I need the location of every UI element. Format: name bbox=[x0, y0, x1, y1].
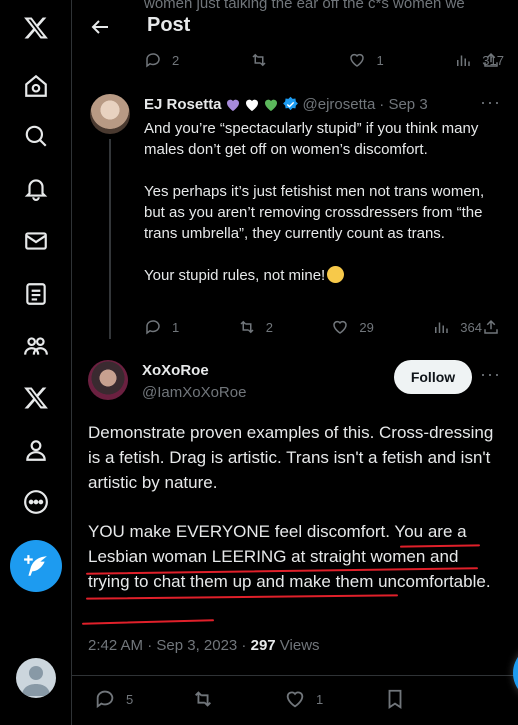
share-icon[interactable] bbox=[482, 318, 500, 336]
views-icon bbox=[435, 322, 449, 333]
post-author-avatar[interactable] bbox=[88, 360, 128, 400]
like-button[interactable]: 1 bbox=[284, 688, 323, 710]
search-icon[interactable] bbox=[18, 118, 54, 154]
views-icon bbox=[457, 55, 471, 66]
post-timestamp: 2:42 AM · Sep 3, 2023 · 297 Views bbox=[88, 637, 320, 654]
profile-icon[interactable] bbox=[18, 432, 54, 468]
like-icon bbox=[350, 53, 365, 67]
follow-button[interactable]: Follow bbox=[394, 360, 472, 394]
like-button[interactable]: 29 bbox=[331, 318, 374, 336]
post-author-name[interactable]: XoXoRoe bbox=[142, 362, 209, 379]
share-icon[interactable] bbox=[482, 51, 500, 69]
post-body: Demonstrate proven examples of this. Cro… bbox=[88, 420, 498, 618]
repost-icon bbox=[240, 320, 254, 334]
reply-button[interactable]: 5 bbox=[94, 688, 133, 710]
post-actions: 5 1 bbox=[72, 675, 518, 725]
reply-body: And you’re “spectacularly stupid” if you… bbox=[144, 118, 508, 307]
post-paragraph: Demonstrate proven examples of this. Cro… bbox=[88, 423, 494, 492]
reply-date[interactable]: · Sep 3 bbox=[379, 96, 427, 113]
bell-icon[interactable] bbox=[18, 170, 54, 206]
mail-icon[interactable] bbox=[18, 223, 54, 259]
bookmark-icon bbox=[388, 689, 402, 709]
lists-icon[interactable] bbox=[18, 276, 54, 312]
reply-button[interactable]: 2 bbox=[144, 51, 179, 69]
repost-icon bbox=[195, 691, 211, 707]
views-button[interactable]: 364 bbox=[432, 318, 482, 336]
reply-icon bbox=[146, 53, 160, 68]
compose-button[interactable] bbox=[10, 540, 62, 592]
reply-button[interactable]: 1 bbox=[144, 318, 179, 336]
sidebar-nav bbox=[0, 0, 72, 725]
reply-more-icon[interactable]: ··· bbox=[480, 92, 500, 113]
bookmark-button[interactable] bbox=[384, 688, 416, 710]
white-heart-icon bbox=[245, 99, 258, 111]
verified-icon bbox=[282, 96, 298, 111]
post-more-icon[interactable]: ··· bbox=[480, 364, 500, 385]
scrolled-text-behind-header: women just talking the ear off the c*s w… bbox=[144, 0, 465, 12]
reply-icon bbox=[146, 320, 160, 335]
annotation-underline bbox=[81, 619, 215, 625]
page-title: Post bbox=[147, 14, 191, 36]
reply-author-name[interactable]: EJ Rosetta bbox=[144, 96, 222, 113]
reply-icon bbox=[96, 690, 114, 709]
premium-x-icon[interactable] bbox=[18, 380, 54, 416]
reply-header: EJ Rosetta @ejrosetta · Sep 3 bbox=[144, 96, 428, 113]
reply-author-handle[interactable]: @ejrosetta bbox=[303, 96, 376, 113]
reply-actions: 1 2 29 364 bbox=[144, 318, 482, 336]
x-logo-icon[interactable] bbox=[18, 10, 54, 46]
post-paragraph: YOU make EVERYONE feel discomfort. You a… bbox=[88, 522, 491, 591]
communities-icon[interactable] bbox=[18, 328, 54, 364]
emoji-icon bbox=[327, 266, 345, 283]
more-icon[interactable] bbox=[18, 484, 54, 520]
account-avatar[interactable] bbox=[16, 658, 56, 698]
reply-author-avatar[interactable] bbox=[90, 94, 130, 134]
purple-heart-icon bbox=[226, 99, 239, 111]
reply-paragraph: Yes perhaps it’s just fetishist men not … bbox=[144, 183, 485, 242]
home-icon[interactable] bbox=[18, 68, 54, 104]
back-arrow-icon[interactable] bbox=[88, 15, 112, 39]
reply-paragraph: Your stupid rules, not mine! bbox=[144, 267, 326, 284]
repost-button[interactable] bbox=[250, 51, 278, 69]
views-count: 297 bbox=[250, 637, 276, 654]
page-header: women just talking the ear off the c*s w… bbox=[72, 0, 518, 53]
green-heart-icon bbox=[264, 99, 277, 111]
repost-icon bbox=[252, 53, 266, 67]
post-author-handle[interactable]: @IamXoXoRoe bbox=[142, 384, 246, 401]
repost-button[interactable] bbox=[192, 688, 224, 710]
like-button[interactable]: 1 bbox=[348, 51, 384, 69]
post-detail-column: women just talking the ear off the c*s w… bbox=[72, 0, 518, 725]
parent-post-actions: 2 1 317 bbox=[144, 51, 504, 69]
like-icon bbox=[333, 320, 348, 334]
compose-icon bbox=[24, 555, 48, 576]
repost-button[interactable]: 2 bbox=[238, 318, 273, 336]
thread-line bbox=[109, 139, 111, 339]
reply-paragraph: And you’re “spectacularly stupid” if you… bbox=[144, 120, 479, 158]
like-icon bbox=[286, 691, 304, 708]
